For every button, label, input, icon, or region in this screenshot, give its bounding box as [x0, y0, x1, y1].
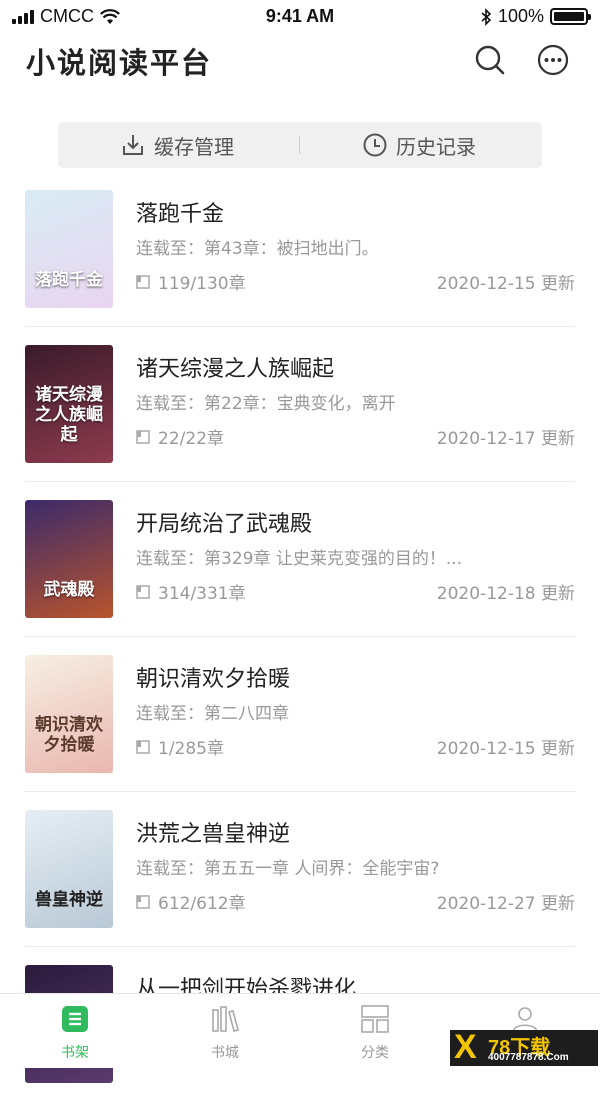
- update-date: 2020-12-17 更新: [436, 429, 575, 449]
- tab-bookstore[interactable]: 书城: [185, 1004, 265, 1062]
- bookstore-icon: [212, 1006, 239, 1032]
- header: 小说阅读平台: [0, 34, 600, 94]
- bluetooth-icon: [481, 7, 492, 26]
- book-cover: 落跑千金: [25, 190, 113, 308]
- status-bar: CMCC 9:41 AM 100%: [0, 0, 600, 34]
- tab-category-label: 分类: [361, 1045, 389, 1061]
- bookshelf-icon: [62, 1006, 88, 1032]
- tab-divider: [299, 136, 300, 154]
- book-item[interactable]: 朝识清欢夕拾暖 朝识清欢夕拾暖 连载至：第二八四章 1/285章 2020-12…: [0, 637, 600, 792]
- search-button[interactable]: [472, 42, 508, 78]
- book-item[interactable]: 兽皇神逆 洪荒之兽皇神逆 连载至：第五五一章 人间界：全能宇宙? 612/612…: [0, 792, 600, 947]
- book-cover: 武魂殿: [25, 500, 113, 618]
- page-title: 小说阅读平台: [26, 46, 213, 80]
- book-title: 落跑千金: [136, 202, 225, 227]
- status-right: 100%: [480, 6, 591, 27]
- book-title: 洪荒之兽皇神逆: [136, 822, 291, 847]
- book-title: 诸天综漫之人族崛起: [136, 357, 335, 382]
- shelf-tools: 缓存管理 历史记录: [58, 122, 542, 168]
- book-icon: [136, 894, 150, 909]
- tab-bookshelf-label: 书架: [61, 1045, 89, 1061]
- book-item[interactable]: 武魂殿 开局统治了武魂殿 连载至：第329章 让史莱克变强的目的！... 314…: [0, 482, 600, 637]
- chapter-count: 1/285章: [136, 734, 224, 759]
- book-title: 朝识清欢夕拾暖: [136, 667, 291, 692]
- chapter-count: 314/331章: [136, 579, 246, 604]
- tab-bookshelf[interactable]: 书架: [35, 1004, 115, 1062]
- battery-percent: 100%: [497, 6, 544, 26]
- chapter-count: 22/22章: [136, 424, 224, 449]
- book-cover: 兽皇神逆: [25, 810, 113, 928]
- book-progress: 连载至：第329章 让史莱克变强的目的！...: [136, 549, 463, 569]
- book-progress: 连载至：第43章：被扫地出门。: [136, 239, 379, 259]
- update-date: 2020-12-15 更新: [436, 739, 575, 759]
- category-icon: [361, 1005, 389, 1033]
- book-title: 开局统治了武魂殿: [136, 512, 313, 537]
- download-icon: [123, 135, 143, 155]
- history-button[interactable]: 历史记录: [362, 122, 476, 168]
- book-item[interactable]: 诸天综漫之人族崛起 诸天综漫之人族崛起 连载至：第22章：宝典变化，离开 22/…: [0, 327, 600, 482]
- update-date: 2020-12-18 更新: [436, 584, 575, 604]
- history-label: 历史记录: [396, 134, 476, 159]
- book-icon: [136, 274, 150, 289]
- cache-management-label: 缓存管理: [154, 134, 234, 159]
- book-icon: [136, 739, 150, 754]
- battery-icon: [550, 8, 591, 25]
- watermark-logo: X 78下载 4007787878.Com: [450, 1028, 598, 1066]
- book-icon: [136, 429, 150, 444]
- book-cover: 诸天综漫之人族崛起: [25, 345, 113, 463]
- tab-bookstore-label: 书城: [211, 1045, 239, 1061]
- book-icon: [136, 584, 150, 599]
- book-cover: 朝识清欢夕拾暖: [25, 655, 113, 773]
- book-progress: 连载至：第22章：宝典变化，离开: [136, 394, 396, 414]
- update-date: 2020-12-15 更新: [436, 274, 575, 294]
- more-icon: [537, 44, 569, 76]
- tab-category[interactable]: 分类: [335, 1004, 415, 1062]
- cache-management-button[interactable]: 缓存管理: [120, 122, 234, 168]
- more-button[interactable]: [535, 42, 571, 78]
- chapter-count: 119/130章: [136, 269, 246, 294]
- update-date: 2020-12-27 更新: [436, 894, 575, 914]
- chapter-count: 612/612章: [136, 889, 246, 914]
- book-item[interactable]: 落跑千金 落跑千金 连载至：第43章：被扫地出门。 119/130章 2020-…: [0, 172, 600, 327]
- book-progress: 连载至：第五五一章 人间界：全能宇宙?: [136, 859, 440, 879]
- search-icon: [475, 45, 505, 75]
- book-progress: 连载至：第二八四章: [136, 704, 289, 724]
- clock-icon: [363, 133, 387, 157]
